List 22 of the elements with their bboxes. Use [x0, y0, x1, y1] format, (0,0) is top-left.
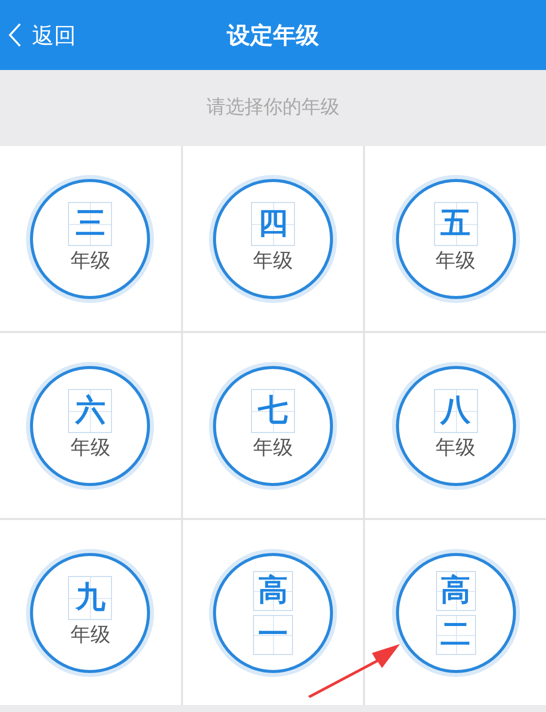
grade-character: 二 — [440, 620, 471, 650]
page-title: 设定年级 — [227, 20, 319, 50]
grade-label: 年级 — [70, 622, 110, 648]
grade-character: 五 — [440, 208, 471, 238]
grade-character: 八 — [440, 396, 471, 426]
grade-character: 四 — [258, 208, 288, 238]
grade-label: 年级 — [70, 248, 110, 274]
grade-label: 年级 — [436, 248, 476, 274]
grade-character: 九 — [75, 582, 106, 612]
grade-character: 高 — [440, 576, 471, 606]
grade-label: 年级 — [436, 436, 476, 460]
grade-character: 一 — [258, 620, 288, 650]
grade-label: 年级 — [252, 436, 293, 460]
chevron-left-icon — [8, 22, 22, 48]
grade-character: 七 — [258, 396, 288, 426]
grade-label: 年级 — [70, 436, 110, 460]
back-button[interactable]: 返回 — [0, 18, 76, 52]
grade-character: 高 — [258, 576, 288, 606]
prompt-text: 请选择你的年级 — [206, 96, 340, 120]
grade-label: 年级 — [252, 248, 293, 274]
grade-character: 六 — [75, 396, 106, 426]
grade-character: 三 — [75, 208, 106, 238]
